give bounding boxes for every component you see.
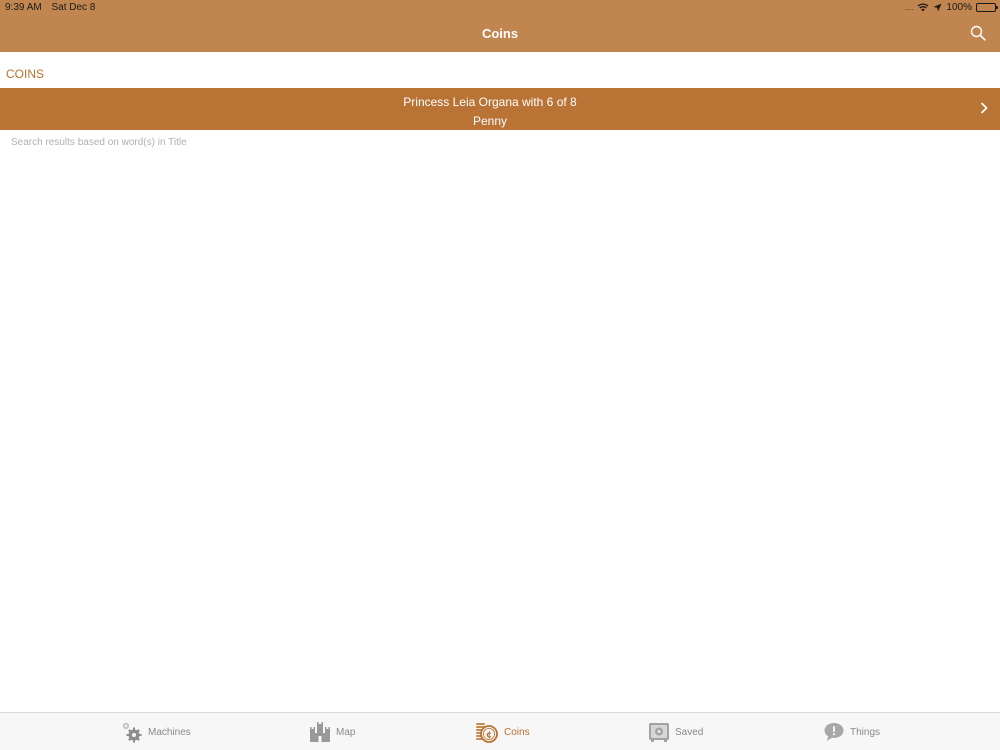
status-left: 9:39 AM Sat Dec 8 xyxy=(5,2,102,13)
result-title-line-2: Penny xyxy=(472,114,508,128)
battery-icon xyxy=(976,3,998,12)
castle-icon xyxy=(310,722,330,742)
navigation-bar: 9:39 AM Sat Dec 8 .... 100% Coins xyxy=(0,0,1000,52)
tab-machines[interactable]: Machines xyxy=(121,713,191,750)
safe-icon xyxy=(649,723,669,742)
tab-label-map: Map xyxy=(336,726,356,738)
tab-map[interactable]: Map xyxy=(309,713,355,750)
status-time: 9:39 AM xyxy=(5,2,42,13)
chevron-right-icon xyxy=(981,102,988,114)
result-row[interactable]: Princess Leia Organa with 6 of 8 Penny xyxy=(0,88,1000,130)
tab-label-coins: Coins xyxy=(504,726,530,738)
result-title-line-1: Princess Leia Organa with 6 of 8 xyxy=(403,95,577,109)
status-right: .... 100% xyxy=(904,2,998,13)
gears-icon xyxy=(122,722,142,743)
result-title: Princess Leia Organa with 6 of 8 Penny xyxy=(0,93,980,131)
signal-icon: .... xyxy=(904,3,914,12)
page-title: Coins xyxy=(481,26,519,41)
tab-label-machines: Machines xyxy=(148,726,191,738)
battery-percent: 100% xyxy=(946,2,972,13)
tab-bar: Machines Map ¢ Coins Saved Things xyxy=(0,712,1000,750)
speech-bubble-icon xyxy=(824,723,844,741)
search-hint: Search results based on word(s) in Title xyxy=(11,137,187,148)
tab-saved[interactable]: Saved xyxy=(648,713,703,750)
tab-things[interactable]: Things xyxy=(823,713,880,750)
tab-label-things: Things xyxy=(850,726,881,738)
tab-label-saved: Saved xyxy=(675,726,704,738)
coins-icon: ¢ xyxy=(476,723,498,743)
wifi-icon xyxy=(917,3,929,12)
status-bar: 9:39 AM Sat Dec 8 .... 100% xyxy=(0,0,1000,16)
search-icon[interactable] xyxy=(970,25,986,41)
svg-text:¢: ¢ xyxy=(486,730,492,740)
tab-coins[interactable]: ¢ Coins xyxy=(475,713,530,750)
status-date: Sat Dec 8 xyxy=(51,2,96,13)
section-header: COINS xyxy=(6,67,45,81)
location-icon xyxy=(933,3,942,12)
